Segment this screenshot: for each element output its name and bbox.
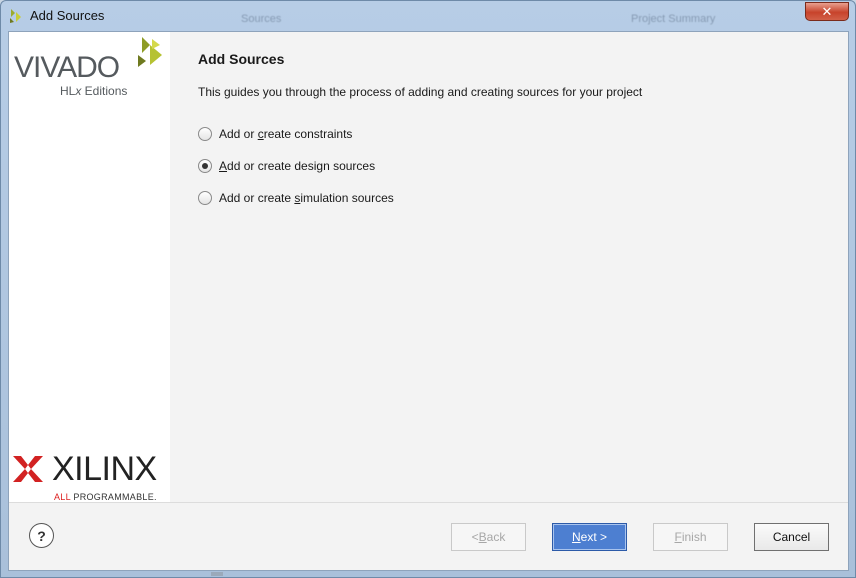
page-title: Add Sources: [198, 51, 285, 67]
option-label[interactable]: Add or create design sources: [219, 159, 375, 173]
resize-handle[interactable]: [211, 572, 223, 576]
bg-tab-sources: Sources: [241, 13, 282, 25]
option-label[interactable]: Add or create constraints: [219, 127, 352, 141]
help-icon: ?: [37, 527, 46, 544]
option-add-constraints[interactable]: Add or create constraints: [198, 125, 352, 143]
window-title: Add Sources: [30, 8, 105, 23]
cancel-button[interactable]: Cancel: [754, 523, 829, 551]
help-button[interactable]: ?: [29, 523, 54, 548]
vivado-app-icon: [10, 9, 21, 23]
xilinx-tagline: ALL PROGRAMMABLE.: [54, 492, 157, 502]
bg-tab-project-summary: Project Summary: [631, 13, 716, 25]
xilinx-logo-icon: [13, 456, 43, 482]
dialog-window: Add Sources Sources Project Summary ✕ VI…: [0, 0, 856, 578]
hlx-editions-label: HLx Editions: [60, 84, 128, 98]
xilinx-logo-text: XILINX: [52, 450, 157, 488]
finish-button[interactable]: Finish: [653, 523, 728, 551]
brand-panel: VIVADO HLx Editions XILINX ALL PROGRAMMA…: [9, 32, 170, 502]
vivado-leaf-icon: [138, 37, 162, 67]
option-label[interactable]: Add or create simulation sources: [219, 191, 394, 205]
option-add-design-sources[interactable]: Add or create design sources: [198, 157, 375, 175]
main-content: Add Sources This guides you through the …: [170, 32, 848, 502]
back-button[interactable]: < Back: [451, 523, 526, 551]
page-description: This guides you through the process of a…: [198, 85, 643, 99]
radio-button[interactable]: [198, 191, 212, 205]
close-button[interactable]: ✕: [805, 2, 849, 21]
option-add-simulation-sources[interactable]: Add or create simulation sources: [198, 189, 394, 207]
radio-button-selected[interactable]: [198, 159, 212, 173]
dialog-body: VIVADO HLx Editions XILINX ALL PROGRAMMA…: [8, 31, 849, 571]
close-icon: ✕: [821, 3, 833, 19]
radio-button[interactable]: [198, 127, 212, 141]
footer-divider: [9, 502, 848, 503]
title-bar[interactable]: Add Sources Sources Project Summary ✕: [1, 1, 855, 31]
next-button[interactable]: Next >: [552, 523, 627, 551]
background-window-tabs: Sources Project Summary: [211, 5, 791, 31]
vivado-logo-text: VIVADO: [14, 51, 120, 84]
